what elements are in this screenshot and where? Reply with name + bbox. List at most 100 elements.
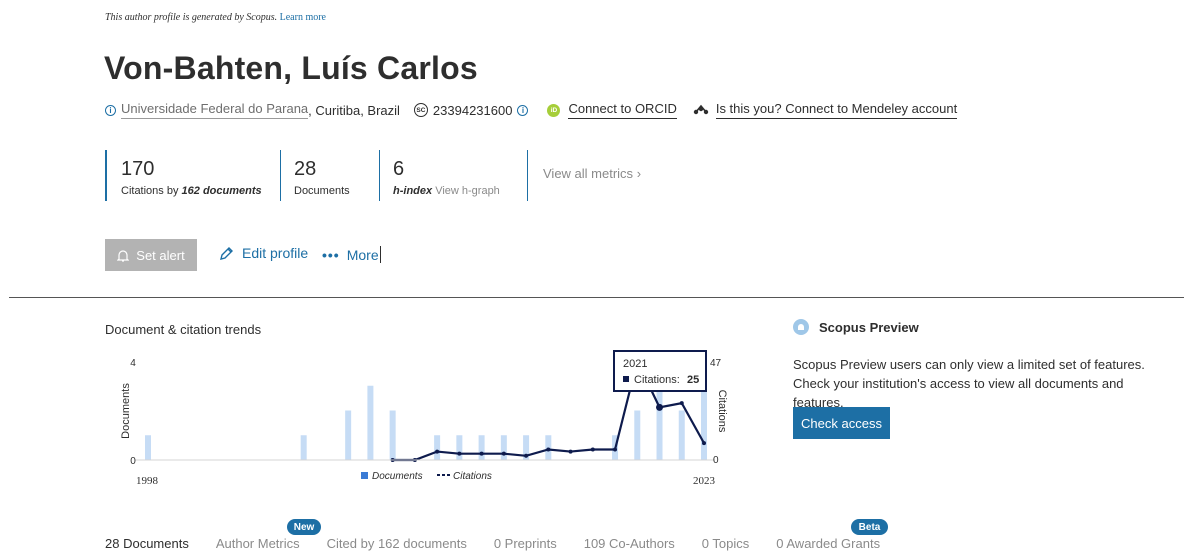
citation-point[interactable] (479, 451, 484, 456)
info-icon[interactable]: i (105, 104, 116, 116)
check-access-button[interactable]: Check access (793, 407, 890, 439)
tooltip-value: 25 (687, 374, 699, 386)
author-name: Von-Bahten, Luís Carlos (104, 50, 478, 86)
beta-badge: Beta (851, 519, 888, 535)
citation-point[interactable] (435, 449, 440, 454)
x-start-label: 1998 (136, 475, 159, 487)
more-dots-icon: ••• (322, 246, 340, 263)
citation-point-highlighted[interactable] (656, 403, 664, 411)
section-divider (9, 297, 1184, 298)
y-right-max-tick: 47 (710, 358, 722, 369)
document-bar (389, 410, 396, 460)
document-bar (345, 410, 352, 460)
profile-notice: This author profile is generated by Scop… (105, 12, 326, 23)
profile-tabs: 28 Documents Author Metrics Cited by 162… (105, 536, 907, 551)
hindex-label: h-index View h-graph (393, 185, 500, 197)
document-bar (456, 435, 463, 460)
affiliation-link[interactable]: Universidade Federal do Parana (121, 101, 309, 119)
scopus-preview-icon (793, 319, 809, 335)
citations-label-docs: 162 documents (181, 185, 262, 197)
document-bar (145, 435, 151, 460)
y-left-max-tick: 4 (130, 358, 136, 369)
citations-count: 170 (121, 158, 155, 180)
document-bar (367, 385, 374, 460)
scopus-id-icon: SC (413, 103, 428, 117)
x-end-label: 2023 (693, 475, 716, 487)
tab-co-authors[interactable]: 109 Co-Authors (584, 536, 675, 551)
citations-label: Citations by 162 documents (121, 185, 262, 197)
affiliation-location: , Curitiba, Brazil (308, 102, 400, 118)
citation-point[interactable] (613, 447, 618, 452)
document-bar (478, 435, 485, 460)
y-left-min-tick: 0 (130, 456, 136, 467)
learn-more-link[interactable]: Learn more (280, 12, 326, 23)
hindex-value: 6 (393, 158, 405, 180)
set-alert-button[interactable]: Set alert (105, 239, 197, 271)
y-right-min-tick: 0 (713, 455, 719, 466)
citation-point[interactable] (501, 451, 506, 456)
author-id: 23394231600 (432, 102, 513, 118)
tooltip-swatch (623, 376, 629, 382)
notice-text: This author profile is generated by Scop… (105, 12, 278, 23)
citation-point[interactable] (702, 441, 706, 446)
hindex-label-text: h-index (393, 185, 433, 197)
mendeley-icon (693, 104, 709, 116)
tooltip-label: Citations: (634, 374, 680, 386)
view-all-metrics-label: View all metrics (543, 166, 634, 181)
view-all-metrics-link[interactable]: View all metrics › (543, 166, 641, 181)
scopus-preview-title: Scopus Preview (819, 319, 919, 335)
tab-documents[interactable]: 28 Documents (105, 536, 189, 551)
document-bar (678, 410, 685, 460)
pencil-icon (220, 246, 233, 260)
legend-documents-label: Documents (372, 471, 423, 482)
orcid-icon: iD (547, 103, 561, 117)
citation-point[interactable] (524, 453, 529, 458)
set-alert-label: Set alert (136, 247, 185, 263)
legend-citations-label: Citations (453, 471, 492, 482)
citation-point[interactable] (568, 449, 573, 454)
tab-topics[interactable]: 0 Topics (702, 536, 749, 551)
affiliation-row: i Universidade Federal do Parana , Curit… (105, 101, 958, 119)
author-id-info-icon[interactable]: i (517, 104, 529, 116)
citation-point[interactable] (590, 447, 595, 452)
document-bar (300, 435, 307, 460)
citation-point[interactable] (679, 401, 684, 406)
trends-chart: 4 0 47 0 Documents Citations 1998 2023 D… (120, 350, 728, 487)
document-bar (701, 385, 707, 460)
text-cursor (379, 246, 381, 263)
more-label: More (346, 246, 379, 263)
document-bar (500, 435, 507, 460)
document-bar (634, 410, 641, 460)
chart-tooltip: 2021 Citations: 25 (613, 350, 707, 392)
tab-author-metrics[interactable]: Author Metrics (216, 536, 300, 551)
metric-divider (527, 150, 528, 201)
y-left-label: Documents (120, 383, 132, 439)
bell-icon (117, 249, 130, 262)
tab-preprints[interactable]: 0 Preprints (494, 536, 557, 551)
scopus-preview-text: Scopus Preview users can only view a lim… (793, 357, 1145, 410)
documents-label: Documents (294, 185, 350, 197)
connect-orcid-link[interactable]: Connect to ORCID (568, 101, 677, 119)
connect-mendeley-link[interactable]: Is this you? Connect to Mendeley account (715, 101, 958, 119)
documents-count: 28 (294, 158, 317, 180)
edit-profile-label: Edit profile (242, 245, 309, 261)
new-badge: New (287, 519, 321, 535)
more-button[interactable]: ••• More (322, 246, 381, 263)
citations-label-prefix: Citations by (121, 185, 182, 197)
tab-awarded-grants[interactable]: 0 Awarded Grants (776, 536, 880, 551)
view-h-graph-link[interactable]: View h-graph (435, 185, 500, 197)
edit-profile-button[interactable]: Edit profile (219, 245, 308, 261)
trends-title: Document & citation trends (105, 322, 262, 337)
metric-citations[interactable]: 170 Citations by 162 documents (105, 150, 262, 201)
chevron-right-icon: › (636, 166, 642, 181)
scopus-preview-heading: Scopus Preview (793, 319, 919, 335)
metric-hindex[interactable]: 6 h-index View h-graph (379, 150, 500, 201)
document-bar (434, 435, 441, 460)
tab-cited-by[interactable]: Cited by 162 documents (327, 536, 467, 551)
citation-point[interactable] (546, 447, 551, 452)
citation-point[interactable] (457, 451, 462, 456)
metric-documents[interactable]: 28 Documents (280, 150, 350, 201)
legend-documents-swatch (361, 472, 368, 479)
y-right-label: Citations (716, 390, 728, 433)
tooltip-year: 2021 (623, 358, 647, 370)
